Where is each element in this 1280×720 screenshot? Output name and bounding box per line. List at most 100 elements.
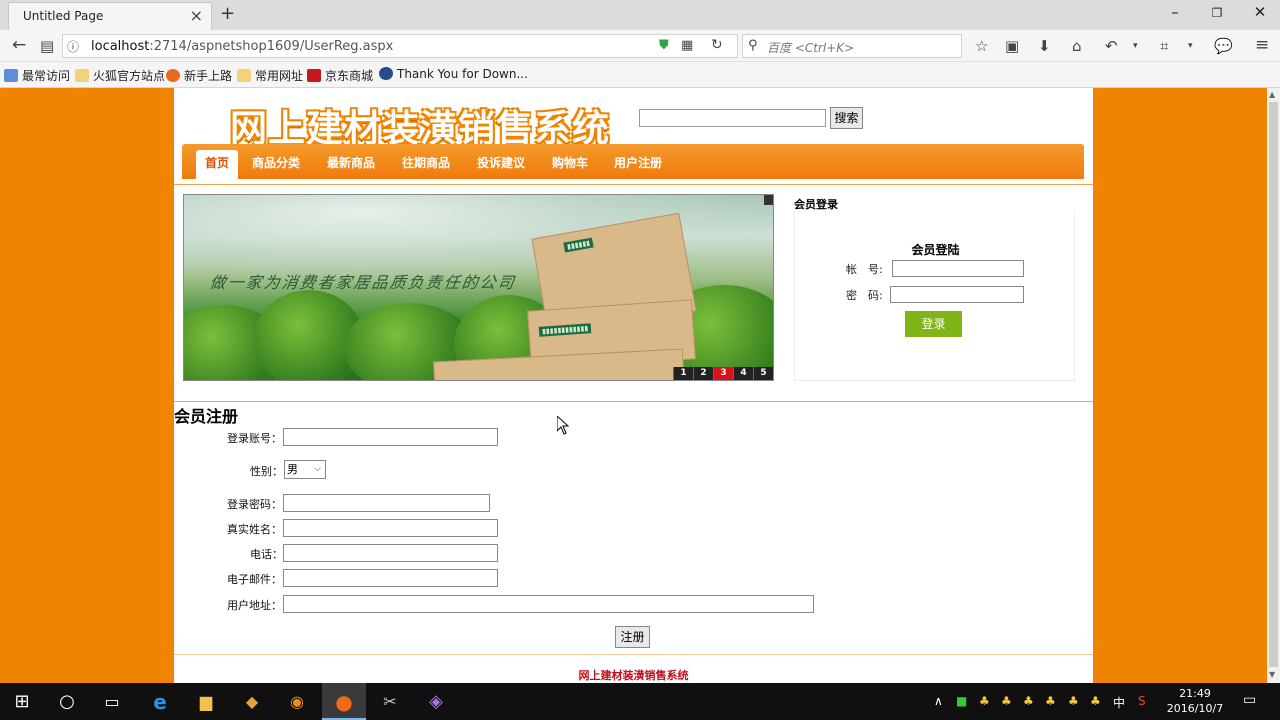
address-input[interactable] bbox=[283, 595, 814, 613]
scroll-down-icon[interactable]: ▼ bbox=[1269, 670, 1275, 679]
task-view-icon[interactable]: ▭ bbox=[100, 690, 124, 714]
site-search-button[interactable]: 搜索 bbox=[830, 107, 863, 129]
login-heading: 会员登陆 bbox=[911, 243, 960, 257]
bookmark-item[interactable]: 常用网址 bbox=[237, 67, 303, 84]
gender-select[interactable]: 男 ⌵ bbox=[284, 460, 326, 479]
menu-icon[interactable]: ≡ bbox=[1255, 35, 1269, 55]
info-icon[interactable]: ⓘ bbox=[67, 38, 79, 55]
login-panel: 会员登陆 帐 号: 密 码: 登录 bbox=[794, 211, 1075, 381]
menu-item-new[interactable]: 最新商品 bbox=[327, 154, 375, 171]
scroll-thumb[interactable] bbox=[1269, 102, 1278, 667]
dropdown-icon[interactable]: ▾ bbox=[1133, 41, 1138, 51]
clock-date: 2016/10/7 bbox=[1166, 702, 1224, 715]
pager-button[interactable]: 5 bbox=[753, 367, 773, 380]
tab-title: Untitled Page bbox=[23, 9, 104, 23]
qq-icon[interactable]: ♣ bbox=[1090, 694, 1101, 708]
qq-icon[interactable]: ♣ bbox=[1023, 694, 1034, 708]
login-password-input[interactable] bbox=[890, 286, 1024, 303]
pager-button[interactable]: 1 bbox=[673, 367, 693, 380]
menu-item-register[interactable]: 用户注册 bbox=[614, 154, 662, 171]
pager-button[interactable]: 4 bbox=[733, 367, 753, 380]
download-icon[interactable]: ⬇ bbox=[1038, 37, 1051, 55]
password-label: 密 码: bbox=[846, 289, 883, 302]
qq-icon[interactable]: ♣ bbox=[1001, 694, 1012, 708]
ime-indicator[interactable]: 中 bbox=[1113, 694, 1125, 711]
page-viewport: 网上建材装潢销售系统 搜索 首页 商品分类 最新商品 往期商品 投诉建议 购物车… bbox=[0, 88, 1267, 683]
bookmark-folder-icon bbox=[4, 69, 18, 82]
tray-expand-icon[interactable]: ∧ bbox=[934, 694, 943, 708]
bookmark-item[interactable]: 火狐官方站点 bbox=[75, 67, 165, 84]
window-close-icon[interactable]: ✕ bbox=[1245, 3, 1275, 21]
bookmark-star-icon[interactable]: ☆ bbox=[975, 37, 988, 55]
realname-input[interactable] bbox=[283, 519, 498, 537]
browser-tab[interactable]: Untitled Page × bbox=[8, 2, 212, 30]
login-button[interactable]: 登录 bbox=[905, 311, 962, 337]
folder-icon bbox=[75, 69, 89, 82]
qr-code-icon[interactable]: ▦ bbox=[681, 38, 693, 53]
qq-icon[interactable]: ♣ bbox=[1045, 694, 1056, 708]
tools-icon[interactable]: ✂ bbox=[378, 690, 402, 714]
phone-input[interactable] bbox=[283, 544, 498, 562]
pager-button[interactable]: 2 bbox=[693, 367, 713, 380]
register-button[interactable]: 注册 bbox=[615, 626, 650, 648]
new-tab-icon[interactable]: + bbox=[220, 3, 235, 24]
menu-item-cart[interactable]: 购物车 bbox=[552, 154, 588, 171]
system-clock[interactable]: 21:49 2016/10/7 bbox=[1160, 686, 1230, 716]
password-label: 登录密码： bbox=[227, 498, 282, 511]
password-input[interactable] bbox=[283, 494, 490, 512]
site-search-input[interactable] bbox=[639, 109, 826, 127]
app-icon[interactable]: ◉ bbox=[285, 690, 309, 714]
bookmark-item[interactable]: 最常访问 bbox=[4, 67, 70, 84]
file-explorer-icon[interactable]: ▆ bbox=[194, 690, 218, 714]
menu-item-complaints[interactable]: 投诉建议 bbox=[477, 154, 525, 171]
windows-start-icon[interactable]: ⊞ bbox=[10, 690, 34, 714]
history-icon[interactable]: ▤ bbox=[40, 37, 54, 55]
chevron-down-icon: ⌵ bbox=[314, 464, 321, 474]
bookmark-item[interactable]: 京东商城 bbox=[307, 67, 373, 84]
reload-icon[interactable]: ↻ bbox=[711, 37, 723, 53]
banner-slideshow[interactable]: ▮▮▮▮▮▮ ▮▮▮▮▮▮▮▮▮▮▮▮ 做一家为消费者家居品质负责任的公司 1 … bbox=[183, 194, 774, 381]
tray-app-icon[interactable]: ■ bbox=[956, 694, 967, 708]
account-label: 登录账号： bbox=[227, 432, 282, 445]
address-bar[interactable]: ⓘ localhost:2714/aspnetshop1609/UserReg.… bbox=[62, 34, 738, 58]
main-menu: 首页 商品分类 最新商品 往期商品 投诉建议 购物车 用户注册 bbox=[182, 144, 1084, 179]
bookmark-item[interactable]: Thank You for Down... bbox=[379, 67, 528, 81]
scroll-up-icon[interactable]: ▲ bbox=[1269, 90, 1275, 99]
account-label: 帐 号: bbox=[846, 263, 883, 276]
shield-icon[interactable]: ⛊ bbox=[659, 38, 669, 53]
chat-icon[interactable]: 💬 bbox=[1214, 37, 1233, 55]
firefox-taskbar-icon[interactable]: ● bbox=[332, 690, 356, 714]
notification-icon[interactable]: ▭ bbox=[1243, 692, 1256, 708]
cortana-icon[interactable]: ○ bbox=[55, 690, 79, 714]
page-container: 网上建材装潢销售系统 搜索 首页 商品分类 最新商品 往期商品 投诉建议 购物车… bbox=[174, 88, 1093, 683]
menu-item-categories[interactable]: 商品分类 bbox=[252, 154, 300, 171]
qq-icon[interactable]: ♣ bbox=[979, 694, 990, 708]
sogou-icon[interactable]: S bbox=[1138, 694, 1146, 708]
visual-studio-icon[interactable]: ◈ bbox=[424, 690, 448, 714]
reading-list-icon[interactable]: ▣ bbox=[1005, 37, 1019, 55]
book-app-icon[interactable]: ◆ bbox=[240, 690, 264, 714]
undo-icon[interactable]: ↶ bbox=[1105, 37, 1118, 55]
minimize-icon[interactable]: – bbox=[1160, 3, 1190, 21]
pager-button-active[interactable]: 3 bbox=[713, 367, 733, 380]
search-box[interactable]: ⚲ 百度 <Ctrl+K> bbox=[742, 34, 962, 58]
clock-time: 21:49 bbox=[1179, 687, 1211, 700]
email-input[interactable] bbox=[283, 569, 498, 587]
menu-item-past[interactable]: 往期商品 bbox=[402, 154, 450, 171]
account-input[interactable] bbox=[283, 428, 498, 446]
close-tab-icon[interactable]: × bbox=[190, 6, 203, 25]
menu-item-home[interactable]: 首页 bbox=[196, 150, 238, 179]
restore-icon[interactable]: ❐ bbox=[1202, 6, 1232, 20]
qq-icon[interactable]: ♣ bbox=[1068, 694, 1079, 708]
search-icon: ⚲ bbox=[748, 38, 758, 53]
bookmark-item[interactable]: 新手上路 bbox=[166, 67, 232, 84]
login-account-input[interactable] bbox=[892, 260, 1024, 277]
screenshot-icon[interactable]: ⌗ bbox=[1160, 37, 1168, 55]
home-icon[interactable]: ⌂ bbox=[1072, 37, 1082, 55]
dropdown-icon[interactable]: ▾ bbox=[1188, 41, 1193, 51]
vertical-scrollbar[interactable]: ▲ ▼ bbox=[1267, 88, 1280, 683]
edge-icon[interactable]: e bbox=[148, 690, 172, 714]
browser-nav-bar: ← ▤ ⓘ localhost:2714/aspnetshop1609/User… bbox=[0, 30, 1280, 62]
search-placeholder: 百度 <Ctrl+K> bbox=[767, 41, 855, 55]
back-icon[interactable]: ← bbox=[12, 35, 26, 55]
